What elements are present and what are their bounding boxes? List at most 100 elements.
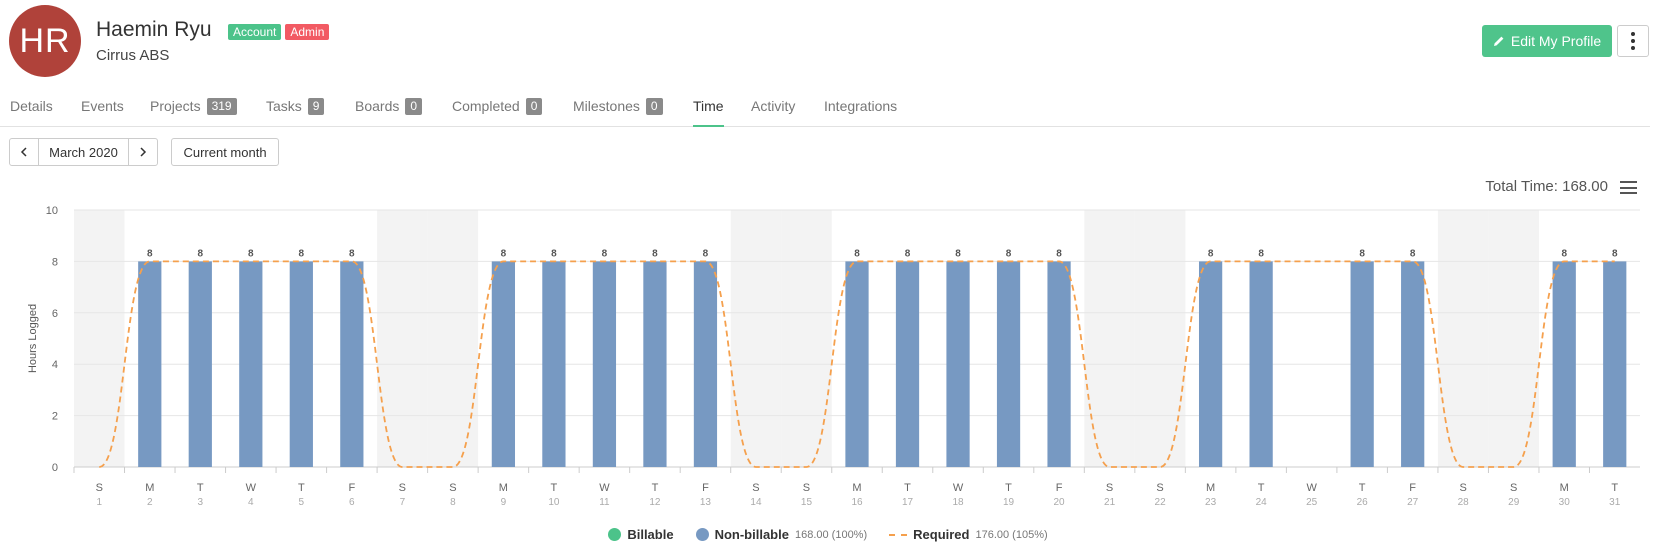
weekend-band [74,210,125,467]
x-tick-day-number: 3 [198,497,204,508]
bar-value-label: 8 [703,248,709,259]
weekend-band [1084,210,1135,467]
billable-dot-icon [608,528,622,541]
bar-value-label: 8 [1056,248,1062,259]
weekend-band [781,210,832,467]
x-tick-day-letter: W [599,482,610,494]
x-tick-day-number: 29 [1508,497,1520,508]
weekend-band [1134,210,1186,467]
x-tick-day-number: 24 [1256,497,1268,508]
edit-profile-button[interactable]: Edit My Profile [1482,25,1612,57]
tab-count-badge: 0 [405,98,423,115]
non-billable-bar [1198,261,1223,467]
bar-value-label: 8 [299,248,305,259]
x-tick-day-number: 27 [1407,497,1419,508]
tab-tasks[interactable]: Tasks 9 [266,98,325,127]
tab-label: Integrations [824,98,898,114]
x-tick-day-number: 15 [801,497,813,508]
y-tick-label: 10 [46,205,58,217]
x-tick-day-letter: S [1510,482,1517,494]
user-name: Haemin Ryu [96,18,212,41]
weekend-band [427,210,479,467]
legend-non-billable[interactable]: Non-billable 168.00 (100%) [695,527,867,542]
x-tick-day-number: 21 [1104,497,1116,508]
y-tick-label: 4 [52,359,58,371]
pencil-icon [1493,36,1504,46]
x-tick-day-letter: M [1206,482,1215,494]
x-tick-day-letter: T [1359,482,1366,494]
legend-billable[interactable]: Billable [608,527,674,542]
non-billable-bar [289,261,313,467]
x-tick-day-letter: S [752,482,759,494]
non-billable-bar [1603,261,1627,467]
bar-value-label: 8 [1258,248,1264,259]
x-tick-day-letter: S [1460,482,1467,494]
tab-label: Time [693,98,724,114]
x-tick-day-number: 16 [851,497,863,508]
x-tick-day-letter: F [1056,482,1063,494]
x-tick-day-letter: T [1005,482,1012,494]
non-billable-bar [592,261,617,467]
bar-value-label: 8 [1410,248,1416,259]
x-tick-day-letter: W [246,482,257,494]
x-tick-day-number: 6 [349,497,355,508]
tab-milestones[interactable]: Milestones 0 [573,98,663,127]
tab-count-badge: 0 [525,98,543,115]
tab-projects[interactable]: Projects 319 [150,98,237,127]
next-month-button[interactable] [129,139,157,165]
chevron-left-icon [20,147,27,157]
non-billable-bar [1047,261,1071,467]
x-tick-day-letter: F [348,482,355,494]
previous-month-button[interactable] [10,139,38,165]
bar-value-label: 8 [147,248,153,259]
weekend-band [1437,210,1489,467]
y-tick-label: 8 [52,256,58,268]
x-tick-day-number: 23 [1205,497,1217,508]
more-options-button[interactable] [1617,25,1649,57]
tab-label: Events [81,98,124,114]
tab-label: Tasks [266,98,302,114]
x-tick-day-number: 9 [501,497,507,508]
x-tick-day-letter: S [1106,482,1113,494]
x-tick-day-letter: F [1409,482,1416,494]
x-tick-day-letter: W [1306,482,1317,494]
x-tick-day-number: 20 [1054,497,1066,508]
legend-required[interactable]: Required 176.00 (105%) [889,527,1048,542]
time-chart: 0246810Hours Logged8 8 8 8 8 8 8 8 8 8 8 8 8 8 8 8 8 8 8 8 8… [27,205,1640,508]
weekend-band [1488,210,1539,467]
x-tick-day-number: 13 [700,497,712,508]
non-billable-bar [188,261,212,467]
x-tick-day-letter: M [499,482,508,494]
x-tick-day-letter: T [551,482,558,494]
tab-time[interactable]: Time [693,98,724,127]
non-billable-bar [542,261,566,467]
y-tick-label: 6 [52,308,58,320]
chart-menu-icon[interactable] [1620,181,1637,194]
x-tick-day-letter: M [852,482,861,494]
avatar: HR [9,5,81,77]
bar-value-label: 8 [248,248,254,259]
tab-boards[interactable]: Boards 0 [355,98,423,127]
x-tick-day-number: 22 [1155,497,1167,508]
current-month-button[interactable]: Current month [171,138,279,166]
tab-integrations[interactable]: Integrations [824,98,897,127]
tab-events[interactable]: Events [81,98,124,127]
x-tick-day-number: 10 [548,497,560,508]
x-tick-day-number: 2 [147,497,153,508]
month-label[interactable]: March 2020 [38,139,129,165]
tab-label: Completed [452,98,520,114]
x-tick-day-number: 17 [902,497,914,508]
dashed-line-icon [889,533,908,536]
bar-value-label: 8 [551,248,557,259]
tab-activity[interactable]: Activity [751,98,795,127]
bar-value-label: 8 [905,248,911,259]
bar-value-label: 8 [1561,248,1567,259]
tab-details[interactable]: Details [10,98,53,127]
x-tick-day-number: 8 [450,497,456,508]
admin-badge: Admin [285,24,330,40]
x-tick-day-number: 1 [96,497,102,508]
tab-completed[interactable]: Completed 0 [452,98,543,127]
x-tick-day-number: 26 [1357,497,1369,508]
non-billable-bar [1401,261,1425,467]
x-tick-day-number: 31 [1609,497,1621,508]
